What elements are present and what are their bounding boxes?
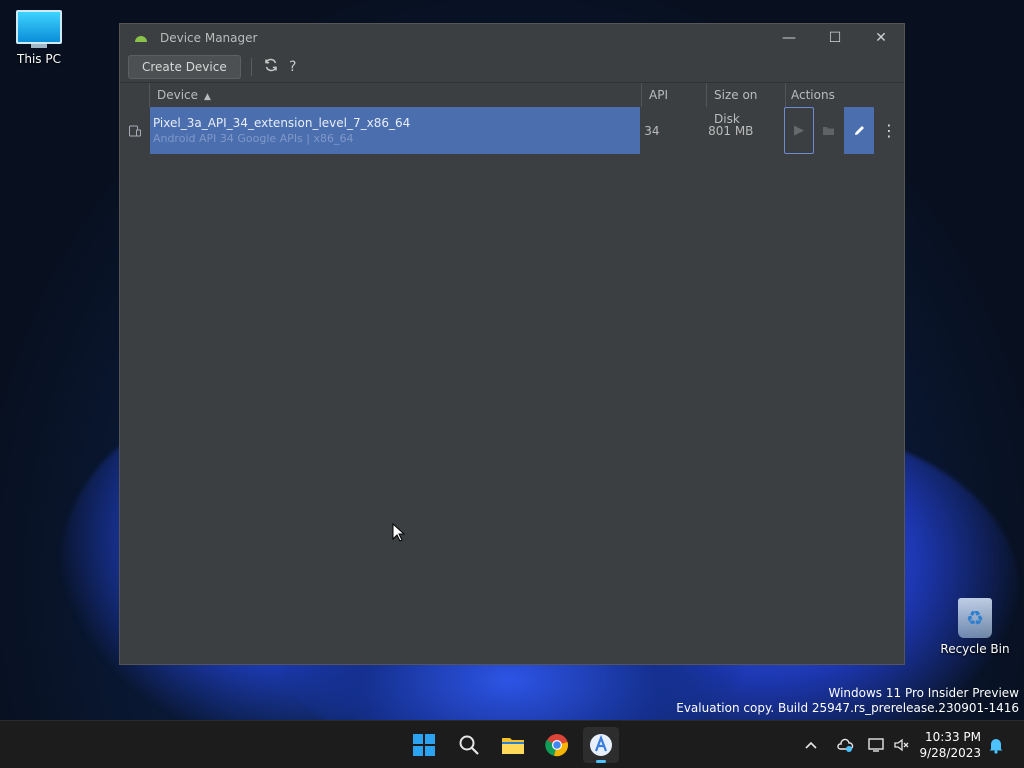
desktop-icon-recycle-bin[interactable]: ♻ Recycle Bin [936,598,1014,656]
android-studio-icon[interactable] [583,727,619,763]
device-manager-window: Device Manager — ☐ ✕ Create Device ? Dev… [119,23,905,665]
device-cell[interactable]: Pixel_3a_API_34_extension_level_7_x86_64… [149,107,641,154]
edit-pencil-icon[interactable] [844,107,874,154]
toolbar-separator [250,58,252,76]
more-vertical-icon[interactable]: ⋮ [874,107,904,154]
chrome-icon[interactable] [539,727,575,763]
create-device-button[interactable]: Create Device [128,55,241,79]
watermark-line-1: Windows 11 Pro Insider Preview [828,686,1019,700]
volume-muted-icon[interactable] [893,721,911,768]
device-name: Pixel_3a_API_34_extension_level_7_x86_64 [152,116,411,130]
minimize-button[interactable]: — [766,24,812,52]
column-header-size[interactable]: Size on Disk [707,83,786,126]
network-icon[interactable] [867,721,885,768]
search-icon[interactable] [451,727,487,763]
desktop-icon-label: This PC [17,52,61,66]
watermark-line-2: Evaluation copy. Build 25947.rs_prerelea… [676,701,1019,715]
window-title: Device Manager [160,31,258,45]
column-header-api[interactable]: API [642,83,707,107]
desktop-icon-this-pc[interactable]: This PC [0,10,78,66]
recycle-bin-icon: ♻ [958,598,992,638]
column-header-label: Device [157,88,199,102]
monitor-stand [31,44,47,48]
show-on-disk-folder-icon[interactable] [814,107,844,154]
column-header-actions: Actions [791,88,835,102]
table-row[interactable]: Pixel_3a_API_34_extension_level_7_x86_64… [120,107,904,154]
onedrive-icon[interactable] [836,721,854,768]
column-header-device[interactable]: Device ▲ [150,83,642,107]
taskbar: 10:33 PM 9/28/2023 [0,720,1024,768]
sort-ascending-icon: ▲ [204,92,211,102]
actions-cell: ▶ ⋮ [784,107,904,154]
clock-date: 9/28/2023 [919,746,981,760]
api-cell: 34 [644,123,660,138]
size-cell: 801 MB [708,123,754,138]
desktop-icon-label: Recycle Bin [940,642,1010,656]
toolbar: Create Device ? [120,52,904,82]
close-button[interactable]: ✕ [858,24,904,52]
show-hidden-icons-chevron-icon[interactable] [804,721,818,768]
system-clock[interactable]: 10:33 PM 9/28/2023 [919,729,981,761]
table-header: Device ▲ API Size on Disk Actions [120,82,904,126]
device-subtitle: Android API 34 Google APIs | x86_64 [152,132,354,145]
refresh-icon[interactable] [260,58,282,76]
help-button[interactable]: ? [282,59,304,75]
window-titlebar[interactable]: Device Manager — ☐ ✕ [120,24,904,52]
evaluation-watermark: Windows 11 Pro Insider Preview Evaluatio… [676,686,1019,716]
computer-icon [16,10,62,44]
active-indicator [596,760,606,763]
mouse-cursor-icon [392,523,406,542]
file-explorer-icon[interactable] [495,727,531,763]
clock-time: 10:33 PM [925,730,981,744]
phone-device-icon [120,124,150,138]
android-icon [134,33,148,43]
header-spacer [120,83,150,107]
launch-play-icon[interactable]: ▶ [784,107,814,154]
start-icon[interactable] [406,727,442,763]
notification-bell-icon[interactable] [988,721,1004,768]
device-table: Device ▲ API Size on Disk Actions Pixel_3… [120,82,904,154]
maximize-button[interactable]: ☐ [812,24,858,52]
